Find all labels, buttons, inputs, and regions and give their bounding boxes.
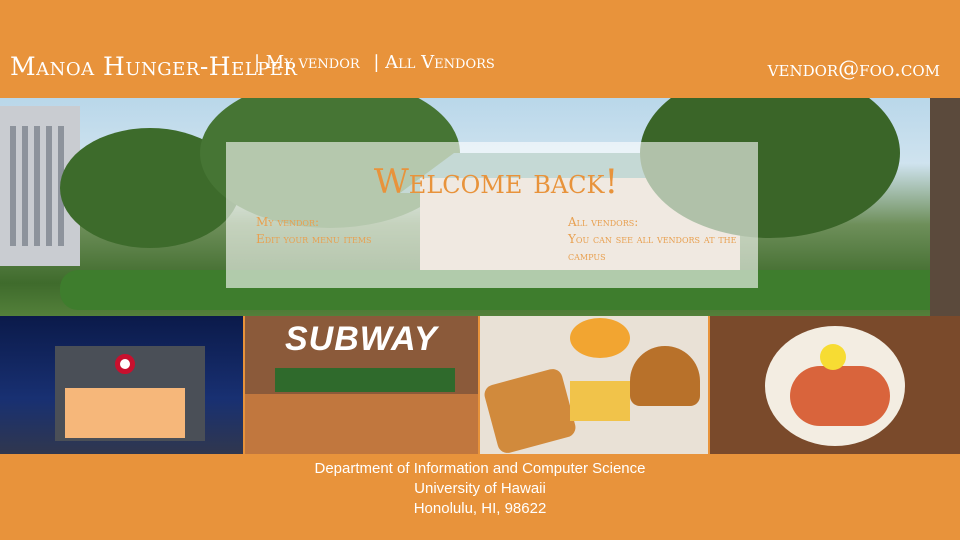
all-vendors-text: You can see all vendors at the campus xyxy=(568,232,737,263)
footer: Department of Information and Computer S… xyxy=(0,454,960,540)
my-vendor-info: My vendor: Edit your menu items xyxy=(256,214,456,248)
store-window xyxy=(65,388,185,438)
nav-link-all-vendors[interactable]: | All Vendors xyxy=(373,52,494,73)
welcome-title: Welcome back! xyxy=(373,162,619,202)
user-email-menu[interactable]: vendor@foo.com xyxy=(768,57,940,81)
footer-university: University of Hawaii xyxy=(414,480,546,497)
navbar: Manoa Hunger-Helper | My vendor | All Ve… xyxy=(0,0,960,98)
target-logo-icon xyxy=(115,354,135,374)
shrimp xyxy=(790,366,890,426)
footer-department: Department of Information and Computer S… xyxy=(314,460,646,477)
all-vendors-info: All vendors: You can see all vendors at … xyxy=(568,214,738,265)
shrimp-plate-photo xyxy=(710,316,960,454)
my-vendor-heading: My vendor: xyxy=(256,215,320,229)
vendor-photo-strip: SUBWAY xyxy=(0,316,960,454)
subway-logo: SUBWAY xyxy=(285,320,438,358)
nav-link-my-vendor[interactable]: | My vendor xyxy=(254,52,360,73)
target-store-photo xyxy=(0,316,243,454)
chips xyxy=(570,318,630,358)
pizza xyxy=(482,366,578,454)
fast-food-photo xyxy=(480,316,708,454)
all-vendors-heading: All vendors: xyxy=(568,215,639,229)
menu-board xyxy=(275,368,455,392)
nav-links: | My vendor | All Vendors xyxy=(254,52,503,73)
lemon xyxy=(820,344,846,370)
welcome-panel: Welcome back! My vendor: Edit your menu … xyxy=(226,142,758,288)
burger xyxy=(630,346,700,406)
tree-trunk xyxy=(930,98,960,316)
subway-store-photo: SUBWAY xyxy=(245,316,478,454)
fries xyxy=(570,381,630,421)
my-vendor-text: Edit your menu items xyxy=(256,232,372,246)
counter xyxy=(245,394,478,454)
footer-address: Honolulu, HI, 98622 xyxy=(413,500,547,517)
